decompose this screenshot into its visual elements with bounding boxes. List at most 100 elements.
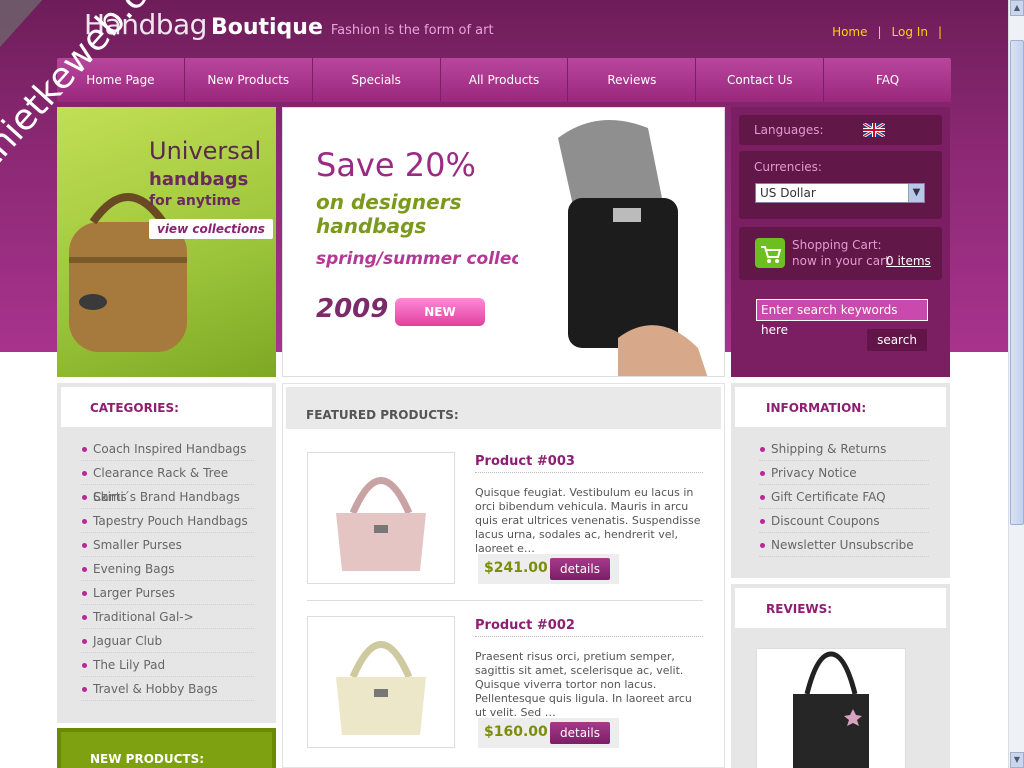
cart-items-link[interactable]: 0 items xyxy=(886,254,931,268)
languages-label: Languages: xyxy=(754,123,824,137)
product-price: $160.00 xyxy=(484,724,548,740)
product-image[interactable] xyxy=(307,452,455,584)
home-link[interactable]: Home xyxy=(832,25,867,39)
featured-header: FEATURED PRODUCTS: xyxy=(286,387,721,429)
main-nav: Home Page New Products Specials All Prod… xyxy=(57,58,951,102)
details-button[interactable]: details xyxy=(550,722,610,744)
pink-handbag-image xyxy=(336,477,426,571)
save-text: Save 20% xyxy=(316,146,476,184)
cart-text: now in your cart xyxy=(792,254,890,268)
category-item[interactable]: Cami´s Brand Handbags xyxy=(81,485,254,509)
information-heading: INFORMATION: xyxy=(766,401,867,415)
categories-heading: CATEGORIES: xyxy=(90,401,179,415)
cream-handbag-image xyxy=(336,641,426,735)
banner-line1: Universal xyxy=(149,137,262,165)
logo-text-boutique: Boutique xyxy=(210,15,323,40)
new-badge: NEW xyxy=(395,298,485,326)
view-collections-button[interactable]: view collections xyxy=(149,219,273,239)
cart-label: Shopping Cart: xyxy=(792,238,882,252)
details-button[interactable]: details xyxy=(550,558,610,580)
category-item[interactable]: Smaller Purses xyxy=(81,533,254,557)
review-product-image[interactable] xyxy=(756,648,906,768)
uk-flag-icon[interactable] xyxy=(863,123,885,137)
black-tote-image xyxy=(793,651,869,768)
nav-reviews[interactable]: Reviews xyxy=(568,58,697,102)
dotted-divider xyxy=(475,636,703,637)
featured-products-panel: FEATURED PRODUCTS: Product #003 Quisque … xyxy=(282,383,725,768)
product-image[interactable] xyxy=(307,616,455,748)
info-item[interactable]: Privacy Notice xyxy=(759,461,929,485)
category-item[interactable]: Travel & Hobby Bags xyxy=(81,677,254,701)
banner-line3: for anytime xyxy=(149,193,241,209)
scroll-up-icon[interactable]: ▲ xyxy=(1010,0,1024,16)
price-box: $241.00 details xyxy=(478,554,619,584)
information-header: INFORMATION: xyxy=(735,387,946,427)
universal-handbags-banner[interactable]: Universal handbags for anytime view coll… xyxy=(57,107,276,377)
scroll-down-icon[interactable]: ▼ xyxy=(1010,752,1024,768)
designers-text: on designers handbags xyxy=(316,190,462,238)
categories-panel: CATEGORIES: Coach Inspired Handbags Clea… xyxy=(57,383,276,723)
featured-heading: FEATURED PRODUCTS: xyxy=(306,408,459,422)
currencies-row: Currencies: US Dollar ▼ xyxy=(739,151,942,219)
dotted-divider xyxy=(475,472,703,473)
category-item[interactable]: Clearance Rack & Tree Skirts xyxy=(81,461,254,504)
nav-contact-us[interactable]: Contact Us xyxy=(696,58,825,102)
product-description: Praesent risus orci, pretium semper, sag… xyxy=(475,650,692,719)
brown-handbag-image xyxy=(69,193,187,352)
category-item[interactable]: Coach Inspired Handbags xyxy=(81,437,254,461)
model-with-black-bag-image xyxy=(518,108,724,376)
nav-faq[interactable]: FAQ xyxy=(824,58,951,102)
reviews-panel: REVIEWS: xyxy=(731,584,950,768)
info-item[interactable]: Discount Coupons xyxy=(759,509,929,533)
category-item[interactable]: Larger Purses xyxy=(81,581,254,605)
banner-line2: handbags xyxy=(149,169,249,190)
information-list: Shipping & Returns Privacy Notice Gift C… xyxy=(759,437,929,557)
nav-specials[interactable]: Specials xyxy=(313,58,441,102)
product-price: $241.00 xyxy=(484,560,548,576)
vertical-scrollbar[interactable]: ▲ ▼ xyxy=(1008,0,1024,768)
shopping-cart-icon[interactable] xyxy=(755,238,785,268)
product-title[interactable]: Product #002 xyxy=(475,618,575,633)
sidebar-options: Languages: Currencies: US Dollar ▼ Shopp… xyxy=(731,107,950,377)
year-text: 2009 xyxy=(316,294,389,324)
info-item[interactable]: Shipping & Returns xyxy=(759,437,929,461)
site-tagline: Fashion is the form of art xyxy=(330,23,494,38)
category-item[interactable]: Traditional Gal-> xyxy=(81,605,254,629)
chevron-down-icon[interactable]: ▼ xyxy=(908,184,924,202)
category-item[interactable]: Tapestry Pouch Handbags xyxy=(81,509,254,533)
currency-selected-value: US Dollar xyxy=(760,186,816,200)
categories-header: CATEGORIES: xyxy=(61,387,272,427)
product-divider xyxy=(307,600,703,601)
category-item[interactable]: Evening Bags xyxy=(81,557,254,581)
nav-all-products[interactable]: All Products xyxy=(441,58,569,102)
new-products-panel: NEW PRODUCTS: xyxy=(57,728,276,768)
info-item[interactable]: Gift Certificate FAQ xyxy=(759,485,929,509)
login-link[interactable]: Log In xyxy=(892,25,928,39)
new-products-heading: NEW PRODUCTS: xyxy=(90,752,205,766)
reviews-heading: REVIEWS: xyxy=(766,602,833,616)
reviews-header: REVIEWS: xyxy=(735,588,946,628)
category-item[interactable]: Jaguar Club xyxy=(81,629,254,653)
product-card: Product #003 Quisque feugiat. Vestibulum… xyxy=(307,452,703,612)
currency-select[interactable]: US Dollar ▼ xyxy=(755,183,925,203)
link-separator: | xyxy=(937,25,942,39)
scroll-thumb[interactable] xyxy=(1010,40,1024,525)
top-links: Home | Log In | xyxy=(832,25,952,39)
info-item[interactable]: Newsletter Unsubscribe xyxy=(759,533,929,557)
search-button[interactable]: search xyxy=(867,329,927,351)
currencies-label: Currencies: xyxy=(754,160,822,174)
link-separator: | xyxy=(877,25,882,39)
product-card: Product #002 Praesent risus orci, pretiu… xyxy=(307,616,703,768)
product-title[interactable]: Product #003 xyxy=(475,454,575,469)
price-box: $160.00 details xyxy=(478,718,619,748)
information-panel: INFORMATION: Shipping & Returns Privacy … xyxy=(731,383,950,578)
languages-row: Languages: xyxy=(739,115,942,145)
new-products-header: NEW PRODUCTS: xyxy=(61,732,272,768)
shopping-cart-row: Shopping Cart: now in your cart 0 items xyxy=(739,227,942,280)
search-input[interactable]: Enter search keywords here xyxy=(756,299,928,337)
product-description: Quisque feugiat. Vestibulum eu lacus in … xyxy=(475,486,701,555)
nav-new-products[interactable]: New Products xyxy=(185,58,313,102)
category-item[interactable]: The Lily Pad xyxy=(81,653,254,677)
save-20-banner[interactable]: Save 20% on designers handbags spring/su… xyxy=(282,107,725,377)
categories-list: Coach Inspired Handbags Clearance Rack &… xyxy=(81,437,254,701)
